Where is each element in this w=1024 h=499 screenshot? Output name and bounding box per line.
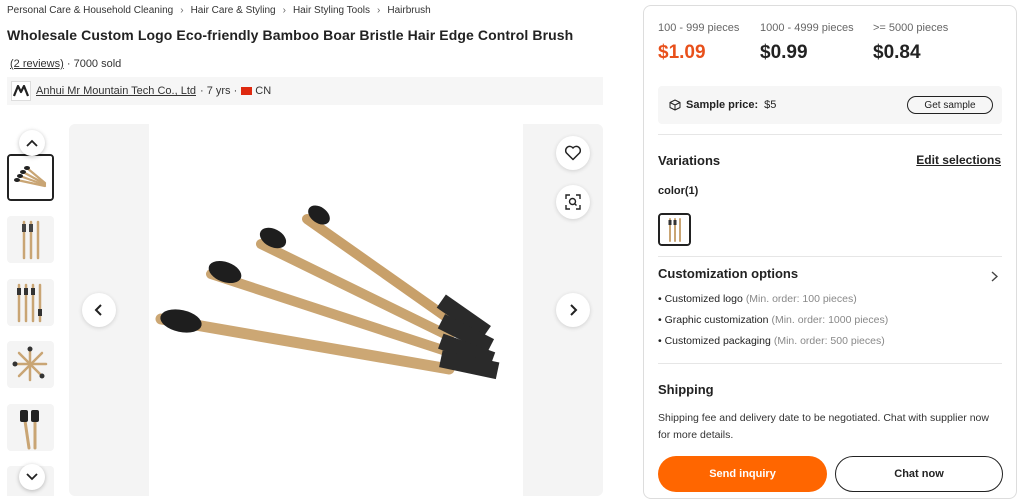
option-note: (Min. order: 100 pieces) (745, 293, 857, 305)
prev-image-button[interactable] (82, 293, 116, 327)
variations-title: Variations (658, 153, 721, 168)
sold-count: · 7000 sold (66, 58, 122, 70)
thumbnail-4[interactable] (7, 341, 54, 388)
supplier-name-link[interactable]: Anhui Mr Mountain Tech Co., Ltd (36, 85, 196, 97)
option-name: Customized packaging (664, 335, 771, 347)
thumbnail-5[interactable] (7, 404, 54, 451)
product-photo (149, 124, 523, 496)
main-product-image[interactable] (69, 124, 603, 496)
product-meta: (2 reviews) · 7000 sold (10, 58, 121, 70)
color-swatch[interactable] (658, 213, 691, 246)
sample-price-value: $5 (764, 99, 777, 111)
divider (658, 363, 1002, 364)
image-search-icon (565, 194, 581, 210)
customization-option: • Graphic customization (Min. order: 1000… (658, 314, 889, 326)
purchase-panel: 100 - 999 pieces 1000 - 4999 pieces >= 5… (643, 5, 1017, 499)
shipping-text: Shipping fee and delivery date to be neg… (658, 412, 989, 441)
supplier-bar: Anhui Mr Mountain Tech Co., Ltd · 7 yrs … (7, 77, 603, 105)
supplier-country: CN (255, 85, 272, 97)
customization-title[interactable]: Customization options (658, 266, 798, 281)
breadcrumb-item[interactable]: Personal Care & Household Cleaning (7, 5, 173, 16)
favorite-button[interactable] (556, 136, 590, 170)
chat-now-button[interactable]: Chat now (835, 456, 1003, 492)
price-value: $0.99 (760, 42, 808, 63)
reviews-link[interactable]: (2 reviews) (10, 58, 64, 70)
customization-option: • Customized logo (Min. order: 100 pieces… (658, 293, 857, 305)
price-tier-label: >= 5000 pieces (873, 22, 949, 34)
shipping-title: Shipping (658, 382, 714, 397)
chevron-left-icon (94, 304, 102, 316)
thumbnail-1[interactable] (7, 154, 54, 201)
chevron-up-icon[interactable] (19, 130, 45, 156)
edit-selections-link[interactable]: Edit selections (916, 153, 1001, 167)
price-tier-label: 100 - 999 pieces (658, 22, 740, 34)
sample-price-label: Sample price: (686, 99, 759, 111)
thumbnail-strip (7, 124, 55, 496)
color-label: color(1) (658, 185, 699, 197)
price-tier-label: 1000 - 4999 pieces (760, 22, 854, 34)
breadcrumb-item[interactable]: Hair Care & Styling (191, 5, 276, 16)
product-title: Wholesale Custom Logo Eco-friendly Bambo… (7, 27, 574, 43)
supplier-logo-icon[interactable] (11, 81, 31, 101)
customization-option: • Customized packaging (Min. order: 500 p… (658, 335, 885, 347)
chevron-right-icon (570, 304, 578, 316)
divider (658, 134, 1002, 135)
chevron-down-icon[interactable] (19, 464, 45, 490)
thumbnail-2[interactable] (7, 216, 54, 263)
breadcrumb-item[interactable]: Hairbrush (387, 5, 430, 16)
option-note: (Min. order: 500 pieces) (773, 335, 885, 347)
chevron-right-icon: › (377, 5, 381, 16)
breadcrumb: Personal Care & Household Cleaning › Hai… (7, 5, 431, 16)
chevron-right-icon: › (282, 5, 286, 16)
option-name: Customized logo (664, 293, 743, 305)
image-search-button[interactable] (556, 185, 590, 219)
get-sample-button[interactable]: Get sample (907, 96, 993, 114)
option-name: Graphic customization (664, 314, 769, 326)
heart-icon (564, 145, 582, 161)
divider (658, 256, 1002, 257)
chevron-right-icon: › (180, 5, 184, 16)
breadcrumb-item[interactable]: Hair Styling Tools (293, 5, 370, 16)
package-icon (669, 99, 681, 111)
next-image-button[interactable] (556, 293, 590, 327)
cn-flag-icon (241, 87, 253, 95)
send-inquiry-button[interactable]: Send inquiry (658, 456, 827, 492)
supplier-years: · 7 yrs · (200, 85, 238, 97)
thumbnail-3[interactable] (7, 279, 54, 326)
option-note: (Min. order: 1000 pieces) (771, 314, 889, 326)
price-value: $0.84 (873, 42, 921, 63)
price-value: $1.09 (658, 42, 706, 63)
chevron-right-icon[interactable] (991, 269, 999, 287)
sample-price-box: Sample price: $5 Get sample (658, 86, 1002, 124)
